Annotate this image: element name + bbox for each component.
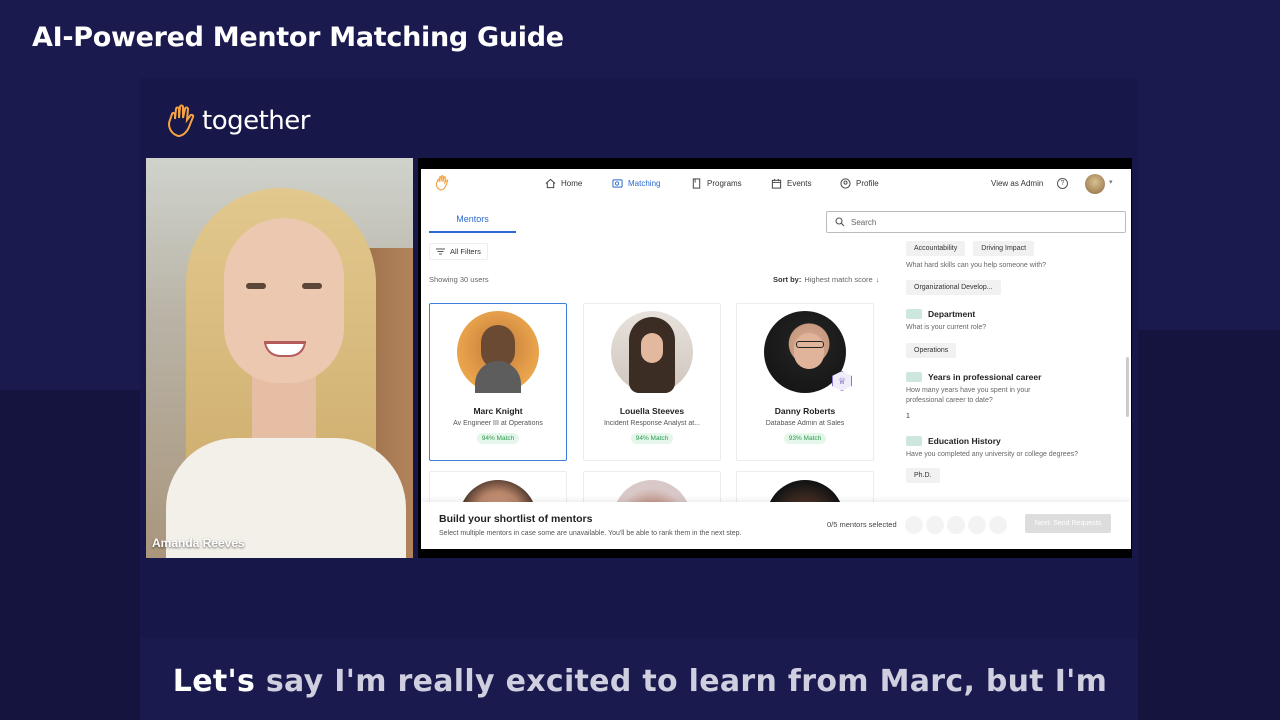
nav-profile[interactable]: Profile [840,178,879,189]
education-chip: Ph.D. [906,468,940,483]
shortlist-bar: Build your shortlist of mentors Select m… [421,502,1131,549]
sort-value: Highest match score [804,275,873,284]
all-filters-button[interactable]: All Filters [429,243,488,260]
home-icon [545,178,556,189]
nav-profile-label: Profile [856,179,879,188]
match-badge: 94% Match [476,433,520,444]
caption-highlight: Let's [172,664,256,699]
all-filters-label: All Filters [450,247,481,256]
years-question: How many years have you spent in your pr… [906,387,1031,404]
search-icon [835,217,845,227]
department-title: Department [928,309,976,319]
view-as-admin-button[interactable]: View as Admin [987,177,1047,190]
mentor-role: Database Admin at Sales [765,420,845,427]
mentor-card-danny-roberts[interactable]: ♕ Danny Roberts Database Admin at Sales … [736,303,874,461]
mentor-role: Incident Response Analyst at... [603,420,701,427]
education-section: Education History [906,436,1131,446]
education-title: Education History [928,436,1001,446]
department-question: What is your current role? [906,324,987,331]
nav-programs-label: Programs [707,179,742,188]
shortlist-slots [905,516,1007,534]
nav-home-label: Home [561,179,583,188]
top-nav: Home Matching Programs Events Profile Vi… [421,169,1131,199]
skill-chip: Accountability [906,241,966,256]
match-badge: 93% Match [783,433,827,444]
hard-skills-question: What hard skills can you help someone wi… [906,262,1047,269]
matching-icon [612,179,623,188]
mentor-role: Av Engineer III at Operations [453,420,543,427]
mentor-card-louella-steeves[interactable]: Louella Steeves Incident Response Analys… [583,303,721,461]
section-icon [906,372,922,382]
profile-details-panel: Accountability Driving Impact What hard … [906,239,1131,509]
presentation-frame: together Amanda Reeves Home Matching Pro… [140,78,1138,638]
help-icon[interactable]: ? [1057,178,1068,189]
results-count: Showing 30 users [429,275,489,284]
video-title: AI-Powered Mentor Matching Guide [32,22,564,53]
wave-hand-icon [168,104,195,138]
mentor-name: Louella Steeves [619,406,685,416]
empty-slot [947,516,965,534]
events-icon [771,178,782,189]
empty-slot [905,516,923,534]
empty-slot [968,516,986,534]
programs-icon [692,178,701,189]
shortlist-subtitle: Select multiple mentors in case some are… [439,530,742,537]
nav-matching[interactable]: Matching [612,178,660,189]
app-window: Home Matching Programs Events Profile Vi… [421,169,1131,549]
years-title: Years in professional career [928,372,1042,382]
skill-chip: Driving Impact [973,241,1035,256]
arrow-down-icon: ↓ [875,275,880,284]
sort-prefix: Sort by: [773,275,802,284]
nav-home[interactable]: Home [545,178,582,189]
section-icon [906,436,922,446]
mentor-photo: ♕ [764,311,852,393]
department-section: Department [906,309,1131,319]
brand-logo: together [166,104,310,138]
brand-name: together [202,106,310,136]
match-badge: 94% Match [630,433,674,444]
speaker-video: Amanda Reeves [146,158,413,558]
section-icon [906,309,922,319]
mentor-card-marc-knight[interactable]: Marc Knight Av Engineer III at Operation… [429,303,567,461]
hard-skill-chip: Organizational Develop... [906,280,1001,295]
education-question: Have you completed any university or col… [906,451,1078,458]
background-shape [1138,330,1280,720]
caption-text: say I'm really excited to learn from Mar… [255,664,1108,699]
mentor-name: Danny Roberts [774,406,836,416]
next-send-requests-button[interactable]: Next: Send Requests [1025,514,1111,533]
empty-slot [926,516,944,534]
search-input[interactable]: Search [826,211,1126,233]
speaker-name: Amanda Reeves [152,536,245,550]
mentor-photo [611,311,693,393]
chevron-down-icon[interactable]: ▾ [1109,178,1113,186]
mentor-photo [457,311,539,393]
selected-count: 0/5 mentors selected [827,520,897,529]
subtitle-caption: Let's say I'm really excited to learn fr… [0,664,1280,699]
nav-events[interactable]: Events [771,178,811,189]
screen-share: Home Matching Programs Events Profile Vi… [418,158,1132,558]
filter-icon [436,248,445,255]
shortlist-title: Build your shortlist of mentors [439,513,593,525]
app-logo-icon[interactable] [435,175,449,191]
tab-mentors[interactable]: Mentors [429,214,516,233]
nav-events-label: Events [787,179,812,188]
sort-control[interactable]: Sort by: Highest match score ↓ [773,275,879,284]
profile-icon [840,178,851,189]
years-value: 1 [906,413,910,420]
panel-scrollbar[interactable] [1126,357,1129,417]
avatar[interactable] [1085,174,1105,194]
mentor-name: Marc Knight [473,406,523,416]
nav-matching-label: Matching [628,179,661,188]
search-placeholder: Search [851,217,877,227]
department-chip: Operations [906,343,957,358]
years-section: Years in professional career [906,372,1131,382]
nav-programs[interactable]: Programs [691,178,742,189]
empty-slot [989,516,1007,534]
